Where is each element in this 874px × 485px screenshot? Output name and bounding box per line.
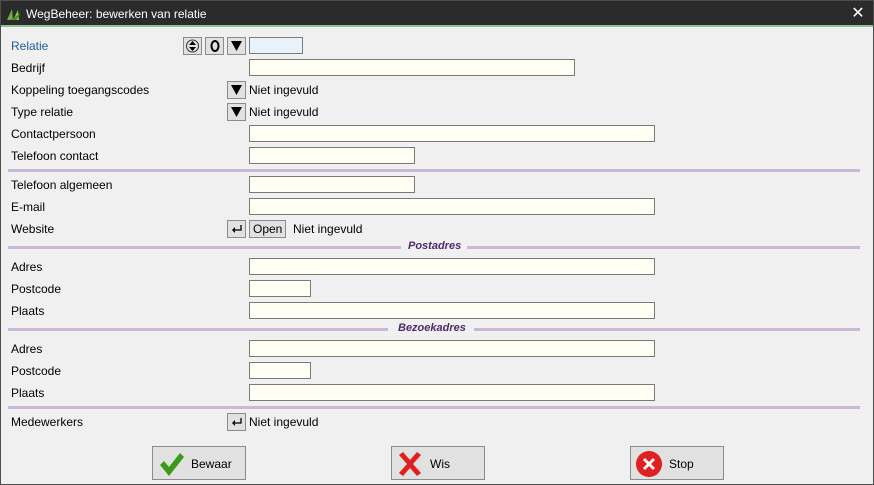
medewerkers-value: Niet ingevuld [249, 415, 319, 429]
relatie-input[interactable] [249, 37, 303, 54]
postadres-plaats-input[interactable] [249, 302, 655, 319]
medewerkers-label: Medewerkers [11, 415, 84, 429]
separator-line [474, 328, 860, 331]
type-relatie-value: Niet ingevuld [249, 105, 319, 119]
website-label: Website [11, 222, 55, 236]
website-select-button[interactable] [227, 220, 246, 238]
return-arrow-icon [231, 225, 242, 233]
bedrijf-label: Bedrijf [11, 61, 46, 75]
bezoekadres-postcode-label: Postcode [11, 364, 62, 378]
zero-icon [210, 40, 219, 52]
website-value: Niet ingevuld [293, 222, 363, 236]
wis-label: Wis [430, 457, 450, 471]
bezoekadres-adres-label: Adres [11, 342, 43, 356]
stop-button[interactable]: Stop [630, 446, 724, 480]
postadres-adres-input[interactable] [249, 258, 655, 275]
postadres-plaats-label: Plaats [11, 304, 45, 318]
email-label: E-mail [11, 200, 46, 214]
window-title: WegBeheer: bewerken van relatie [26, 7, 207, 21]
type-relatie-dropdown-button[interactable] [227, 103, 246, 121]
postadres-adres-label: Adres [11, 260, 43, 274]
return-arrow-icon [231, 418, 242, 426]
postadres-title: Postadres [408, 240, 462, 252]
checkmark-icon [160, 453, 184, 476]
separator [8, 169, 860, 172]
relatie-label[interactable]: Relatie [11, 39, 48, 53]
postadres-postcode-input[interactable] [249, 280, 311, 297]
bedrijf-input[interactable] [249, 59, 575, 76]
bezoekadres-plaats-input[interactable] [249, 384, 655, 401]
triangle-down-icon [231, 107, 242, 117]
separator [8, 406, 860, 409]
close-button[interactable]: ✕ [843, 1, 873, 26]
open-label: Open [253, 222, 283, 236]
up-down-arrows-icon [186, 39, 199, 53]
spin-up-down-button[interactable] [183, 37, 202, 55]
title-bar[interactable]: WegBeheer: bewerken van relatie ✕ [1, 1, 873, 27]
contactpersoon-label: Contactpersoon [11, 127, 96, 141]
website-open-button[interactable]: Open [249, 220, 287, 238]
contactpersoon-input[interactable] [249, 125, 655, 142]
close-icon: ✕ [851, 5, 865, 22]
stop-label: Stop [669, 457, 694, 471]
separator-line [467, 246, 860, 249]
separator-line [8, 328, 388, 331]
koppeling-dropdown-button[interactable] [227, 81, 246, 99]
telefoon-algemeen-label: Telefoon algemeen [11, 178, 113, 192]
type-relatie-label: Type relatie [11, 105, 74, 119]
wis-button[interactable]: Wis [391, 446, 485, 480]
postadres-separator: Postadres [8, 240, 860, 254]
bezoekadres-title: Bezoekadres [398, 322, 466, 334]
separator-line [8, 246, 401, 249]
bezoekadres-plaats-label: Plaats [11, 386, 45, 400]
bewaar-button[interactable]: Bewaar [152, 446, 246, 480]
bezoekadres-adres-input[interactable] [249, 340, 655, 357]
bezoekadres-separator: Bezoekadres [8, 322, 860, 336]
dialog-window: WegBeheer: bewerken van relatie ✕ Relati… [0, 0, 874, 485]
email-input[interactable] [249, 198, 655, 215]
postadres-postcode-label: Postcode [11, 282, 62, 296]
x-icon [399, 452, 421, 476]
stop-icon [636, 451, 662, 477]
telefoon-contact-input[interactable] [249, 147, 415, 164]
bezoekadres-postcode-input[interactable] [249, 362, 311, 379]
triangle-down-icon [231, 85, 242, 95]
relatie-dropdown-button[interactable] [227, 37, 246, 55]
telefoon-algemeen-input[interactable] [249, 176, 415, 193]
zero-button[interactable] [205, 37, 224, 55]
telefoon-contact-label: Telefoon contact [11, 149, 99, 163]
koppeling-label: Koppeling toegangscodes [11, 83, 150, 97]
medewerkers-select-button[interactable] [227, 413, 246, 431]
triangle-down-icon [231, 41, 242, 51]
app-logo-icon [7, 9, 21, 20]
bewaar-label: Bewaar [191, 457, 232, 471]
koppeling-value: Niet ingevuld [249, 83, 319, 97]
